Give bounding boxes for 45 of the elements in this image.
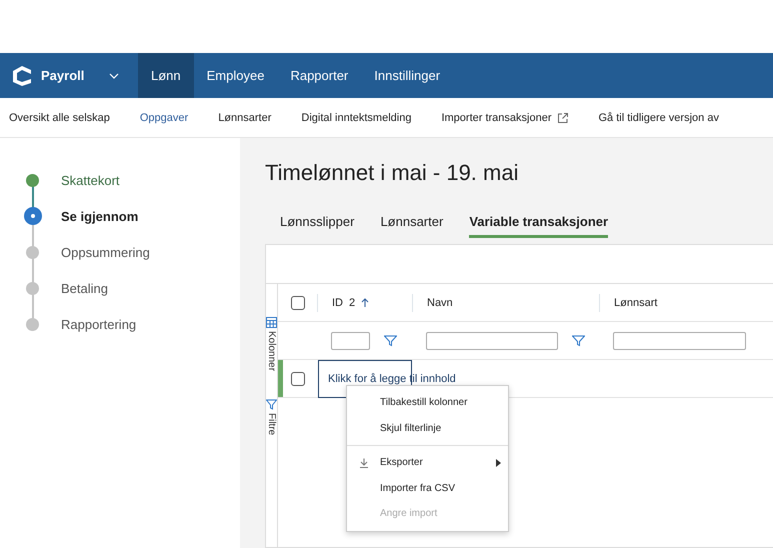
select-all-checkbox[interactable] [290, 296, 304, 310]
external-link-icon [556, 112, 568, 124]
tab[interactable]: Lønnsslipper [280, 214, 354, 238]
row-checkbox[interactable] [290, 372, 304, 386]
page-title: Timelønnet i mai - 19. mai [265, 160, 520, 186]
menu-item[interactable]: Skjul filterlinje [347, 416, 508, 441]
filter-field[interactable] [426, 332, 558, 350]
nav-tab[interactable]: Lønn [138, 53, 194, 98]
side-panel-tab[interactable]: Kolonner [266, 317, 277, 372]
tab[interactable]: Variable transaksjoner [469, 214, 608, 238]
columns-icon [266, 317, 277, 328]
subnav-link[interactable]: Importer transaksjoner [441, 112, 568, 124]
download-icon [359, 458, 369, 468]
menu-item[interactable]: Importer fra CSV [347, 476, 508, 501]
filter-field[interactable] [613, 332, 746, 350]
row-marker [278, 360, 283, 397]
subnav-link[interactable]: Gå til tidligere versjon av [598, 112, 719, 124]
step-label[interactable]: Oppsummering [61, 244, 150, 260]
step-label[interactable]: Se igjennom [61, 208, 138, 224]
nav-tab[interactable]: Innstillinger [361, 53, 454, 98]
filter-icon[interactable] [384, 334, 397, 346]
app-name: Payroll [41, 68, 84, 83]
step-label[interactable]: Betaling [61, 280, 108, 296]
nav-tab[interactable]: Rapporter [277, 53, 362, 98]
sort-index: 2 [349, 296, 356, 308]
subnav-link[interactable]: Oppgaver [140, 112, 188, 124]
subnav-link[interactable]: Digital inntektsmelding [301, 112, 412, 124]
nav-tab[interactable]: Employee [194, 53, 278, 98]
column-header[interactable]: ID [332, 296, 343, 308]
filter-field[interactable] [331, 332, 370, 350]
menu-item[interactable]: Tilbakestill kolonner [347, 390, 508, 416]
step-label[interactable]: Rapportering [61, 316, 136, 332]
step-label[interactable]: Skattekort [61, 172, 120, 188]
menu-item[interactable]: Eksporter [347, 450, 508, 476]
column-header[interactable]: Lønnsart [614, 296, 658, 308]
subnav-link[interactable]: Lønnsarter [218, 112, 272, 124]
tab[interactable]: Lønnsarter [380, 214, 444, 238]
logo-icon [12, 64, 32, 86]
column-header[interactable]: Navn [427, 296, 453, 308]
submenu-arrow-icon [496, 458, 501, 467]
filter-icon[interactable] [572, 334, 585, 346]
chevron-down-icon[interactable] [109, 72, 120, 78]
filter-icon [266, 399, 277, 410]
side-panel-tab[interactable]: Filtre [266, 399, 277, 436]
subnav-link[interactable]: Oversikt alle selskap [9, 112, 110, 124]
